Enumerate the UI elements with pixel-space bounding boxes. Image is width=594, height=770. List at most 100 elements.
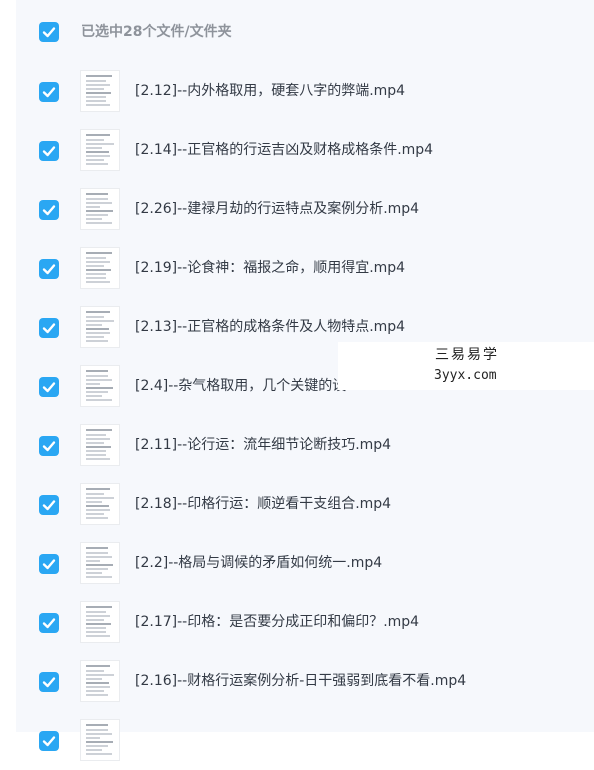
thumbnail-text-line	[86, 631, 106, 633]
file-name[interactable]: [2.16]--财格行运案例分析-日干强弱到底看不看.mp4	[135, 671, 466, 691]
thumbnail-text-line	[86, 100, 106, 102]
checkmark-icon	[42, 27, 56, 38]
thumbnail-text-line	[86, 370, 108, 372]
video-thumbnail[interactable]	[80, 247, 120, 289]
thumbnail-text-line	[86, 568, 108, 570]
file-checkbox[interactable]	[39, 141, 59, 161]
file-name[interactable]: [2.13]--正官格的成格条件及人物特点.mp4	[135, 317, 405, 337]
file-checkbox[interactable]	[39, 554, 59, 574]
thumbnail-text-line	[86, 572, 102, 574]
thumbnail-text-line	[86, 139, 104, 141]
checkmark-icon	[42, 677, 56, 688]
video-thumbnail[interactable]	[80, 719, 120, 761]
thumbnail-text-line	[86, 395, 102, 397]
file-name[interactable]: [2.19]--论食神：福报之命，顺用得宜.mp4	[135, 258, 405, 278]
checkmark-icon	[42, 618, 56, 629]
thumbnail-text-line	[86, 206, 100, 208]
thumbnail-text-line	[86, 623, 111, 625]
file-checkbox[interactable]	[39, 259, 59, 279]
file-checkbox[interactable]	[39, 672, 59, 692]
thumbnail-text-line	[86, 745, 108, 747]
thumbnail-text-line	[86, 147, 102, 149]
thumbnail-text-line	[86, 564, 113, 566]
checkmark-icon	[42, 382, 56, 393]
thumbnail-text-line	[86, 686, 110, 688]
video-thumbnail[interactable]	[80, 129, 120, 171]
thumbnail-text-line	[86, 387, 113, 389]
file-checkbox[interactable]	[39, 436, 59, 456]
thumbnail-text-line	[86, 556, 112, 558]
file-name[interactable]: [2.4]--杂气格取用，几个关键的设	[135, 376, 346, 396]
thumbnail-text-line	[86, 552, 108, 554]
thumbnail-text-line	[86, 320, 114, 322]
thumbnail-text-line	[86, 375, 108, 377]
thumbnail-text-line	[86, 509, 110, 511]
video-thumbnail[interactable]	[80, 542, 120, 584]
file-checkbox[interactable]	[39, 200, 59, 220]
thumbnail-text-line	[86, 724, 108, 726]
thumbnail-text-line	[86, 328, 109, 330]
thumbnail-text-line	[86, 501, 102, 503]
thumbnail-text-line	[86, 391, 108, 393]
file-row[interactable]: [2.2]--格局与调候的矛盾如何统一.mp4	[0, 534, 594, 593]
file-name[interactable]: [2.14]--正官格的行运吉凶及财格成格条件.mp4	[135, 140, 433, 160]
file-checkbox[interactable]	[39, 82, 59, 102]
video-thumbnail[interactable]	[80, 306, 120, 348]
file-checkbox[interactable]	[39, 495, 59, 515]
thumbnail-text-line	[86, 729, 108, 731]
video-thumbnail[interactable]	[80, 424, 120, 466]
file-row[interactable]: [2.12]--内外格取用，硬套八字的弊端.mp4	[0, 62, 594, 121]
file-checkbox[interactable]	[39, 377, 59, 397]
video-thumbnail[interactable]	[80, 660, 120, 702]
file-name[interactable]: [2.2]--格局与调候的矛盾如何统一.mp4	[135, 553, 382, 573]
file-checkbox[interactable]	[39, 318, 59, 338]
thumbnail-text-line	[86, 379, 112, 381]
file-row[interactable]: [2.11]--论行运：流年细节论断技巧.mp4	[0, 416, 594, 475]
thumbnail-text-line	[86, 458, 110, 460]
video-thumbnail[interactable]	[80, 70, 120, 112]
thumbnail-text-line	[86, 218, 102, 220]
thumbnail-text-line	[86, 159, 104, 161]
thumbnail-text-line	[86, 332, 110, 334]
watermark: 三易易学 3yyx.com	[338, 342, 594, 390]
thumbnail-text-line	[86, 733, 112, 735]
file-row[interactable]: [2.18]--印格行运：顺逆看干支组合.mp4	[0, 475, 594, 534]
file-name[interactable]: [2.17]--印格：是否要分成正印和偏印？.mp4	[135, 612, 419, 632]
watermark-title: 三易易学	[435, 347, 499, 363]
thumbnail-text-line	[86, 753, 112, 755]
thumbnail-text-line	[86, 635, 110, 637]
thumbnail-text-line	[86, 336, 104, 338]
checkmark-icon	[42, 205, 56, 216]
thumbnail-text-line	[86, 193, 108, 195]
file-name[interactable]: [2.11]--论行运：流年细节论断技巧.mp4	[135, 435, 391, 455]
thumbnail-text-line	[86, 222, 112, 224]
video-thumbnail[interactable]	[80, 601, 120, 643]
file-row[interactable]: [2.16]--财格行运案例分析-日干强弱到底看不看.mp4	[0, 652, 594, 711]
file-list: [2.12]--内外格取用，硬套八字的弊端.mp4 [2.14]--正官格的行运吉…	[0, 62, 594, 770]
select-all-checkbox[interactable]	[39, 22, 59, 42]
thumbnail-text-line	[86, 493, 104, 495]
file-name[interactable]: [2.18]--印格行运：顺逆看干支组合.mp4	[135, 494, 391, 514]
thumbnail-text-line	[86, 517, 108, 519]
thumbnail-text-line	[86, 265, 104, 267]
file-name[interactable]: [2.12]--内外格取用，硬套八字的弊端.mp4	[135, 81, 405, 101]
thumbnail-text-line	[86, 92, 111, 94]
file-checkbox[interactable]	[39, 613, 59, 633]
thumbnail-text-line	[86, 429, 112, 431]
file-row[interactable]: [2.14]--正官格的行运吉凶及财格成格条件.mp4	[0, 121, 594, 180]
thumbnail-text-line	[86, 497, 114, 499]
file-row[interactable]	[0, 711, 594, 770]
file-row[interactable]: [2.17]--印格：是否要分成正印和偏印？.mp4	[0, 593, 594, 652]
selection-count-label: 已选中28个文件/文件夹	[81, 24, 232, 40]
thumbnail-text-line	[86, 88, 104, 90]
file-name[interactable]: [2.26]--建禄月劫的行运特点及案例分析.mp4	[135, 199, 419, 219]
file-checkbox[interactable]	[39, 731, 59, 751]
video-thumbnail[interactable]	[80, 188, 120, 230]
video-thumbnail[interactable]	[80, 365, 120, 407]
thumbnail-text-line	[86, 273, 106, 275]
file-row[interactable]: [2.19]--论食神：福报之命，顺用得宜.mp4	[0, 239, 594, 298]
file-row[interactable]: [2.26]--建禄月劫的行运特点及案例分析.mp4	[0, 180, 594, 239]
thumbnail-text-line	[86, 399, 112, 401]
video-thumbnail[interactable]	[80, 483, 120, 525]
selection-header: 已选中28个文件/文件夹	[0, 0, 594, 62]
